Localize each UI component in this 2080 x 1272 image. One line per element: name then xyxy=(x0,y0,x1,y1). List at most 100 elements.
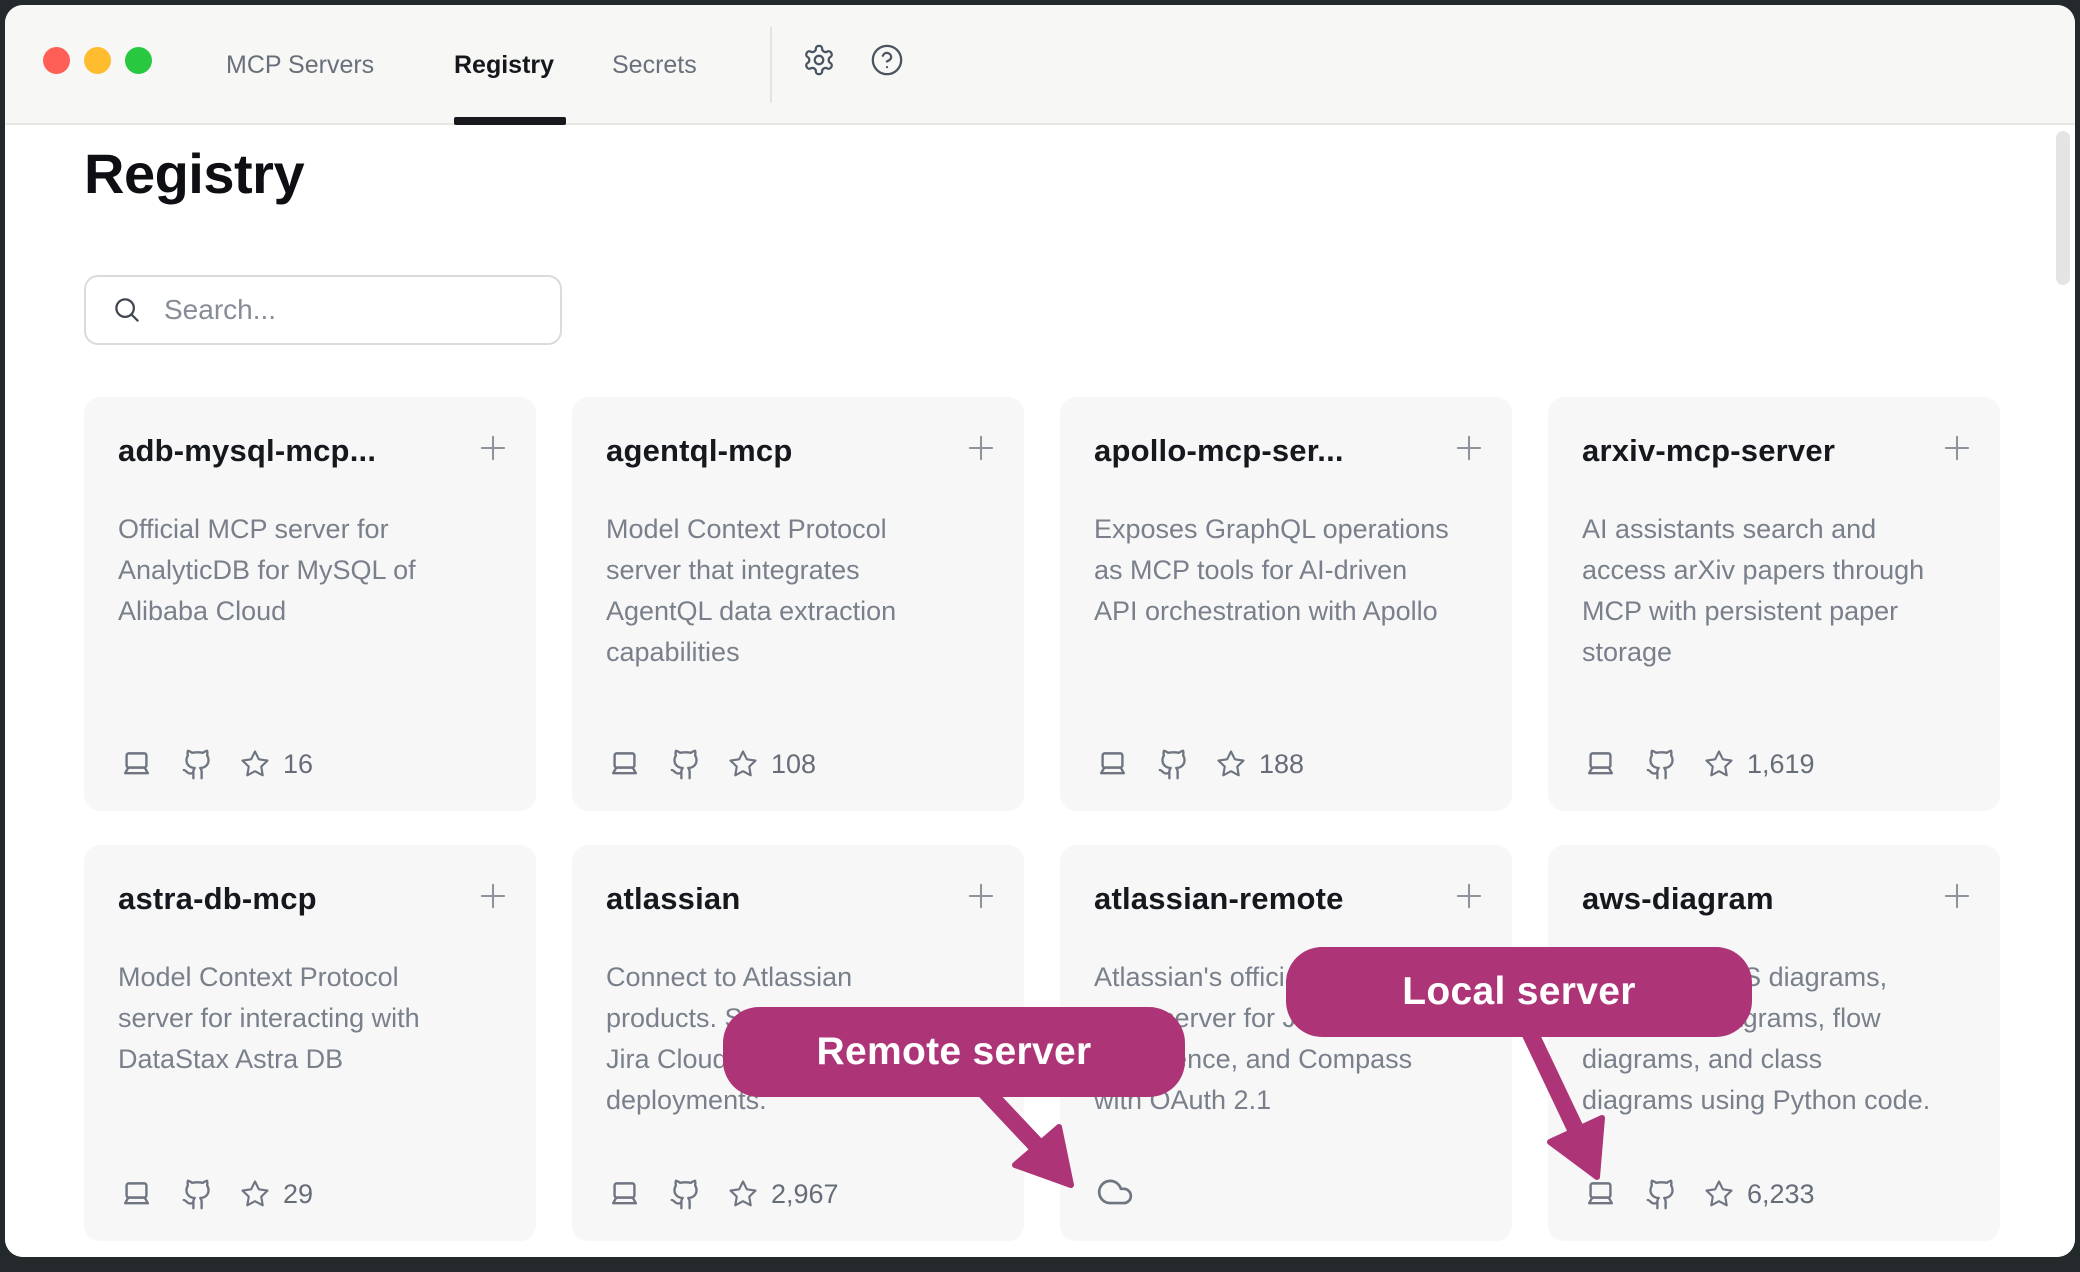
search-icon xyxy=(112,295,142,325)
minimize-button[interactable] xyxy=(84,47,111,74)
star-count: 2,967 xyxy=(771,1179,839,1210)
github-icon xyxy=(181,748,214,781)
card-footer-local: 188 xyxy=(1094,747,1304,781)
titlebar-divider xyxy=(770,27,772,103)
active-tab-indicator xyxy=(454,117,566,125)
card-title: adb-mysql-mcp... xyxy=(118,433,478,469)
star-icon xyxy=(1704,749,1734,779)
titlebar: MCP Servers Registry Secrets xyxy=(5,5,2075,125)
card-footer-remote xyxy=(1094,1173,1136,1211)
card-description: Official MCP server forAnalyticDB for My… xyxy=(118,509,502,632)
add-server-button[interactable] xyxy=(1450,429,1488,467)
laptop-icon xyxy=(118,1177,155,1211)
search-input[interactable] xyxy=(162,293,540,327)
server-card[interactable]: apollo-mcp-ser... Exposes GraphQL operat… xyxy=(1060,397,1512,811)
server-card[interactable]: arxiv-mcp-server AI assistants search an… xyxy=(1548,397,2000,811)
add-server-button[interactable] xyxy=(1938,877,1976,915)
tab-secrets[interactable]: Secrets xyxy=(612,5,697,125)
close-button[interactable] xyxy=(43,47,70,74)
github-icon xyxy=(669,1178,702,1211)
app-window: MCP Servers Registry Secrets Registry xyxy=(5,5,2075,1257)
add-server-button[interactable] xyxy=(474,429,512,467)
star-icon xyxy=(728,749,758,779)
laptop-icon xyxy=(1582,1177,1619,1211)
card-footer-local: 6,233 xyxy=(1582,1177,1815,1211)
gear-icon xyxy=(802,43,836,77)
star-icon xyxy=(240,1179,270,1209)
github-icon xyxy=(669,748,702,781)
card-title: atlassian-remote xyxy=(1094,881,1454,917)
laptop-icon xyxy=(1094,747,1131,781)
search-box[interactable] xyxy=(84,275,562,345)
tab-mcp-servers[interactable]: MCP Servers xyxy=(226,5,374,125)
star-count: 108 xyxy=(771,749,816,780)
star-icon xyxy=(728,1179,758,1209)
card-description: Model Context Protocolserver for interac… xyxy=(118,957,502,1080)
star-icon xyxy=(1216,749,1246,779)
page-title: Registry xyxy=(84,141,304,206)
card-footer-local: 16 xyxy=(118,747,313,781)
star-count: 16 xyxy=(283,749,313,780)
add-server-button[interactable] xyxy=(1450,877,1488,915)
vertical-scrollbar[interactable] xyxy=(2056,131,2070,285)
card-footer-local: 2,967 xyxy=(606,1177,839,1211)
help-button[interactable] xyxy=(870,43,904,77)
star-group: 1,619 xyxy=(1704,749,1815,780)
plus-icon xyxy=(1450,429,1488,467)
server-card[interactable]: astra-db-mcp Model Context Protocolserve… xyxy=(84,845,536,1241)
settings-button[interactable] xyxy=(802,43,836,77)
card-grid: adb-mysql-mcp... Official MCP server for… xyxy=(84,397,2000,1241)
add-server-button[interactable] xyxy=(962,429,1000,467)
github-icon xyxy=(181,1178,214,1211)
card-description: Model Context Protocolserver that integr… xyxy=(606,509,990,673)
server-card[interactable]: adb-mysql-mcp... Official MCP server for… xyxy=(84,397,536,811)
card-footer-local: 108 xyxy=(606,747,816,781)
server-card[interactable]: agentql-mcp Model Context Protocolserver… xyxy=(572,397,1024,811)
add-server-button[interactable] xyxy=(962,877,1000,915)
star-count: 29 xyxy=(283,1179,313,1210)
star-group: 29 xyxy=(240,1179,313,1210)
tab-registry[interactable]: Registry xyxy=(454,5,554,125)
laptop-icon xyxy=(1582,747,1619,781)
card-title: atlassian xyxy=(606,881,966,917)
laptop-icon xyxy=(606,1177,643,1211)
help-icon xyxy=(870,43,904,77)
card-footer-local: 1,619 xyxy=(1582,747,1815,781)
star-group: 108 xyxy=(728,749,816,780)
plus-icon xyxy=(474,429,512,467)
card-description: AI assistants search andaccess arXiv pap… xyxy=(1582,509,1966,673)
cloud-icon xyxy=(1094,1173,1136,1211)
card-title: agentql-mcp xyxy=(606,433,966,469)
star-group: 6,233 xyxy=(1704,1179,1815,1210)
star-count: 188 xyxy=(1259,749,1304,780)
github-icon xyxy=(1645,748,1678,781)
star-count: 6,233 xyxy=(1747,1179,1815,1210)
plus-icon xyxy=(1450,877,1488,915)
card-title: arxiv-mcp-server xyxy=(1582,433,1942,469)
card-title: aws-diagram xyxy=(1582,881,1942,917)
screen: { "titlebar": { "tabs": [ { "label": "MC… xyxy=(0,0,2080,1272)
maximize-button[interactable] xyxy=(125,47,152,74)
github-icon xyxy=(1157,748,1190,781)
laptop-icon xyxy=(606,747,643,781)
card-title: apollo-mcp-ser... xyxy=(1094,433,1454,469)
card-title: astra-db-mcp xyxy=(118,881,478,917)
star-group: 188 xyxy=(1216,749,1304,780)
plus-icon xyxy=(962,429,1000,467)
plus-icon xyxy=(1938,429,1976,467)
plus-icon xyxy=(474,877,512,915)
remote-server-callout: Remote server xyxy=(723,1007,1185,1097)
plus-icon xyxy=(1938,877,1976,915)
laptop-icon xyxy=(118,747,155,781)
star-group: 16 xyxy=(240,749,313,780)
add-server-button[interactable] xyxy=(474,877,512,915)
star-icon xyxy=(1704,1179,1734,1209)
star-icon xyxy=(240,749,270,779)
card-description: Exposes GraphQL operationsas MCP tools f… xyxy=(1094,509,1478,632)
star-count: 1,619 xyxy=(1747,749,1815,780)
add-server-button[interactable] xyxy=(1938,429,1976,467)
server-card[interactable]: aws-diagram Generate AWS diagrams,sequen… xyxy=(1548,845,2000,1241)
window-controls xyxy=(43,47,152,74)
star-group: 2,967 xyxy=(728,1179,839,1210)
plus-icon xyxy=(962,877,1000,915)
